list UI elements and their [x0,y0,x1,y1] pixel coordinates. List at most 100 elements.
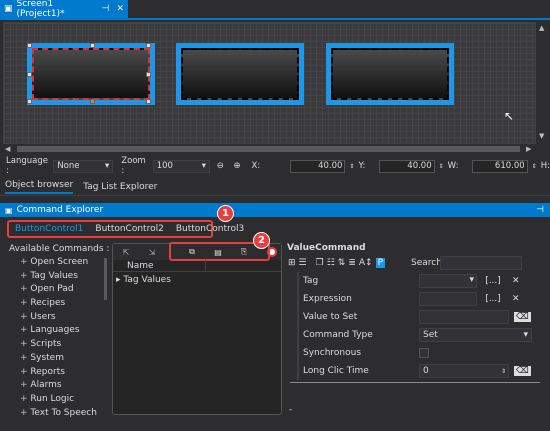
w-input[interactable]: 610.00 [472,159,528,173]
resize-handle[interactable] [146,72,151,77]
scroll-up-icon[interactable]: ▲ [539,24,544,32]
close-icon[interactable]: ✕ [116,4,124,14]
designer-canvas[interactable]: ↖ [3,22,536,144]
property-row: Expression [...] ✕ [303,290,543,308]
command-item[interactable]: Open Pad [11,284,111,298]
h-label: H: [540,161,550,171]
scroll-down-icon[interactable]: ▼ [539,132,544,140]
list-icon[interactable]: ☰ [299,258,307,268]
clear-icon[interactable]: ✕ [512,276,520,286]
resize-handle[interactable] [27,43,32,48]
resize-handle[interactable] [90,99,95,104]
x-label: X: [251,161,261,171]
clear-icon[interactable]: ✕ [512,294,520,304]
zoom-out-icon[interactable]: ⊖ [214,159,227,173]
divider-mark: - [289,405,293,415]
backspace-icon[interactable]: ⌫ [514,366,531,376]
layout-toolbar: Language : None ▾ Zoom : 100 ▾ ⊖ ⊕ X: 40… [0,156,550,176]
expand-all-icon[interactable]: ⇱ [119,246,133,258]
vertical-scrollbar[interactable]: ▲ ▼ [536,22,550,144]
y-label: Y: [358,161,366,171]
command-item[interactable]: Users [11,312,111,326]
command-item[interactable]: Run Logic [11,394,111,408]
layers-icon[interactable]: ❐ [316,258,324,268]
tree-expand-icon[interactable]: ▸ [116,275,121,285]
resize-handle[interactable] [146,43,151,48]
command-item[interactable]: Text To Speech [11,408,111,422]
x-stepper[interactable]: ⇕ [349,163,354,170]
stepper-icon[interactable]: ⇕ [501,368,508,375]
scroll-left-icon[interactable]: ◀ [5,145,10,153]
w-stepper[interactable]: ⇕ [532,163,537,170]
value-to-set-field[interactable] [419,310,509,324]
tab-button-control-2[interactable]: ButtonControl2 [89,224,169,234]
zoom-value: 100 [156,161,173,171]
horizontal-scrollbar[interactable]: ◀ ▶ [3,144,536,154]
y-stepper[interactable]: ⇕ [439,163,444,170]
chevron-down-icon: ▾ [105,161,110,171]
property-label: Long Clic Time [303,366,369,376]
resize-handle[interactable] [27,72,32,77]
tab-tag-list-explorer[interactable]: Tag List Explorer [83,182,157,192]
value-command-title: ValueCommand [287,243,366,253]
x-input[interactable]: 40.00 [290,159,346,173]
list-header-name: Name [127,261,154,271]
property-row: Long Clic Time 0 ⇕ ⌫ [303,362,543,380]
synchronous-checkbox[interactable] [419,348,429,358]
properties-divider [290,382,540,383]
scroll-thumb[interactable] [17,146,520,152]
list-item-label: Tag Values [123,275,171,285]
y-input[interactable]: 40.00 [379,159,435,173]
resize-handle[interactable] [90,43,95,48]
long-click-time-input[interactable]: 0 ⇕ [419,364,509,378]
pin-icon[interactable]: ⊣ [102,4,110,14]
commands-scroll-thumb[interactable] [104,258,107,300]
browse-button[interactable]: [...] [484,276,502,286]
tab-button-control-3[interactable]: ButtonControl3 [170,224,250,234]
categorized-icon[interactable]: ☷ [327,258,335,268]
pin-icon[interactable]: ⊣ [536,205,544,215]
command-item[interactable]: Scripts [11,339,111,353]
backspace-icon[interactable]: ⌫ [514,312,531,322]
property-pages-icon[interactable]: P [375,258,386,268]
expression-field[interactable] [419,292,477,306]
chevron-down-icon: ▾ [469,275,474,285]
scroll-right-icon[interactable]: ▶ [526,145,531,153]
property-label: Tag [303,276,319,286]
document-tab[interactable]: ▣ Screen1 (Project1)* ⊣ ✕ [0,0,128,19]
command-item[interactable]: Reports [11,367,111,381]
command-item[interactable]: System [11,353,111,367]
command-item[interactable]: Open Screen [11,257,111,271]
document-tab-title: Screen1 (Project1)* [16,0,65,19]
command-type-select[interactable]: Set ▾ [419,328,532,342]
callout-badge-1: 1 [217,205,234,222]
collapse-all-icon[interactable]: ⇲ [145,246,159,258]
resize-handle[interactable] [146,99,151,104]
sort-icon[interactable]: ≣ [348,258,356,268]
screen-icon: ▣ [4,4,13,14]
command-explorer-header: ▣ Command Explorer ⊣ [0,203,550,217]
tag-select[interactable]: ▾ [419,274,477,288]
available-commands: Available Commands : Open Screen Tag Val… [9,244,111,422]
button-control-1[interactable] [27,43,155,105]
command-item[interactable]: Recipes [11,298,111,312]
search-input[interactable] [440,256,522,270]
sort-alpha-icon[interactable]: A↕ [359,258,373,268]
tab-object-browser[interactable]: Object browser [5,180,74,194]
language-select[interactable]: None ▾ [53,159,114,173]
list-item[interactable]: ▸ Tag Values [116,275,276,287]
expand-icon[interactable]: ⇅ [338,258,346,268]
zoom-in-icon[interactable]: ⊕ [231,159,244,173]
command-item[interactable]: Tag Values [11,271,111,285]
button-control-3[interactable] [326,43,454,105]
property-label: Command Type [303,330,373,340]
property-label: Expression [303,294,352,304]
command-item[interactable]: Languages [11,325,111,339]
add-icon[interactable]: ⊞ [288,258,296,268]
zoom-select[interactable]: 100 ▾ [152,159,210,173]
command-item[interactable]: Alarms [11,380,111,394]
tab-button-control-1[interactable]: ButtonControl1 [9,224,89,234]
browse-button[interactable]: [...] [484,294,502,304]
button-control-2[interactable] [176,43,304,105]
resize-handle[interactable] [27,99,32,104]
